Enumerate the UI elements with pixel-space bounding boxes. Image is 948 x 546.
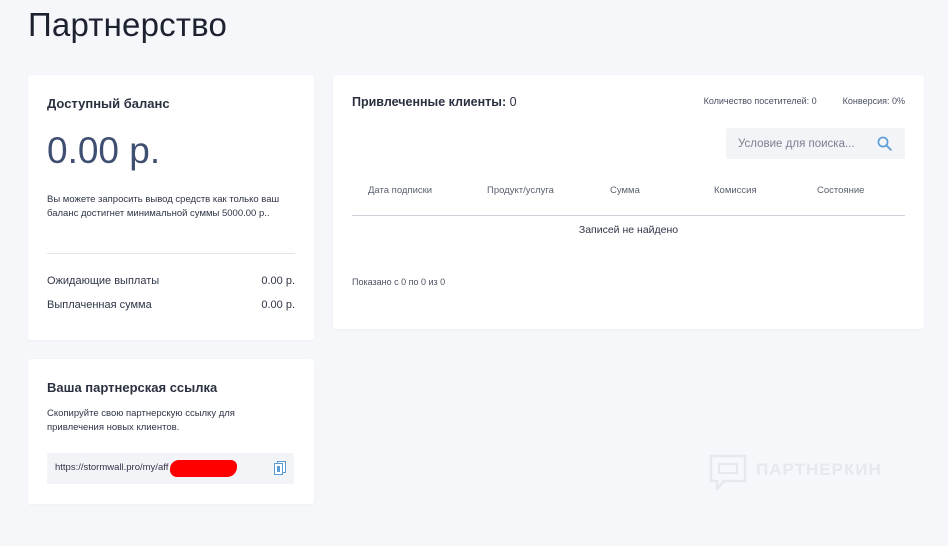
pending-payouts-row: Ожидающие выплаты 0.00 р. [47, 275, 295, 287]
affiliate-link-field[interactable]: https://stormwall.pro/my/aff [47, 453, 294, 484]
divider [47, 253, 295, 254]
column-commission[interactable]: Комиссия [714, 185, 757, 196]
pending-payouts-value: 0.00 р. [261, 275, 295, 287]
conversion-rate: Конверсия: 0% [842, 96, 905, 106]
referred-clients-title: Привлеченные клиенты: 0 [352, 95, 517, 109]
affiliate-link-title: Ваша партнерская ссылка [47, 380, 218, 395]
referred-clients-card: Привлеченные клиенты: 0 Количество посет… [333, 75, 924, 329]
page-title: Партнерство [28, 6, 228, 43]
table-footer-info: Показано с 0 по 0 из 0 [352, 277, 446, 287]
table-header: Дата подписки Продукт/услуга Сумма Комис… [352, 185, 905, 216]
watermark: ПАРТНЕРКИН [708, 453, 908, 495]
balance-note: Вы можете запросить вывод средств как то… [47, 194, 280, 219]
balance-card: Доступный баланс 0.00 р. Вы можете запро… [28, 75, 314, 340]
paid-amount-label: Выплаченная сумма [47, 299, 152, 311]
affiliate-link-note: Скопируйте свою партнерскую ссылку для п… [47, 408, 235, 433]
column-product[interactable]: Продукт/услуга [487, 185, 554, 196]
referred-clients-count: 0 [509, 95, 517, 109]
pending-payouts-label: Ожидающие выплаты [47, 275, 160, 287]
paid-amount-value: 0.00 р. [261, 299, 295, 311]
search-box [726, 128, 905, 159]
watermark-text: ПАРТНЕРКИН [756, 460, 882, 479]
affiliate-link-card: Ваша партнерская ссылка Скопируйте свою … [28, 359, 314, 504]
redaction-mark [170, 460, 237, 477]
watermark-logo-icon [709, 454, 747, 491]
balance-amount: 0.00 р. [47, 130, 161, 171]
visitors-count: Количество посетителей: 0 [703, 96, 817, 106]
search-input[interactable] [726, 128, 878, 159]
affiliate-link-url[interactable]: https://stormwall.pro/my/aff [55, 462, 168, 473]
copy-icon[interactable] [274, 461, 286, 475]
balance-title: Доступный баланс [47, 96, 170, 111]
empty-table-message: Записей не найдено [578, 224, 679, 236]
stats: Количество посетителей: 0 Конверсия: 0% [704, 96, 905, 106]
column-amount[interactable]: Сумма [610, 185, 640, 196]
search-icon[interactable] [877, 136, 892, 151]
column-subscription-date[interactable]: Дата подписки [368, 185, 432, 196]
referred-clients-label: Привлеченные клиенты: [352, 95, 507, 109]
paid-amount-row: Выплаченная сумма 0.00 р. [47, 299, 295, 311]
column-status[interactable]: Состояние [817, 185, 864, 196]
